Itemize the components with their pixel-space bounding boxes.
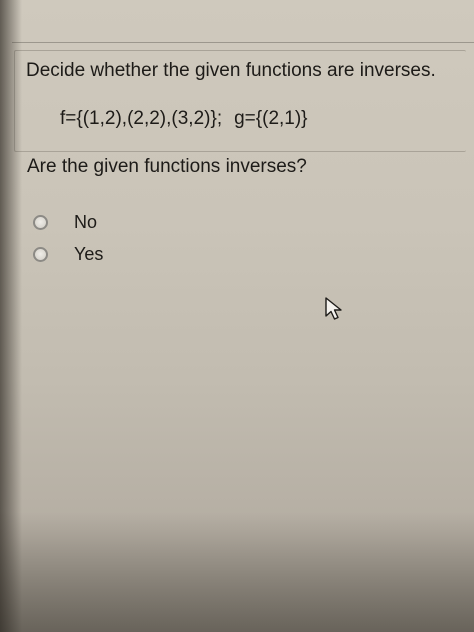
question-prompt: Are the given functions inverses?	[27, 156, 307, 177]
radio-yes[interactable]	[33, 247, 48, 262]
option-no[interactable]: No	[33, 212, 97, 233]
mouse-pointer-icon	[325, 297, 342, 320]
function-f: f={(1,2),(2,2),(3,2)};	[60, 108, 223, 129]
instructions-text: Decide whether the given functions are i…	[26, 60, 436, 81]
function-g: g={(2,1)}	[234, 108, 308, 129]
photographed-screen: Decide whether the given functions are i…	[0, 0, 474, 632]
function-definitions: f={(1,2),(2,2),(3,2)}; g={(2,1)}	[60, 108, 308, 130]
radio-no[interactable]	[33, 215, 48, 230]
option-no-label[interactable]: No	[74, 212, 97, 233]
divider	[12, 42, 474, 43]
option-yes[interactable]: Yes	[33, 244, 103, 265]
option-yes-label[interactable]: Yes	[74, 244, 103, 265]
photo-vignette-bottom	[0, 512, 474, 632]
